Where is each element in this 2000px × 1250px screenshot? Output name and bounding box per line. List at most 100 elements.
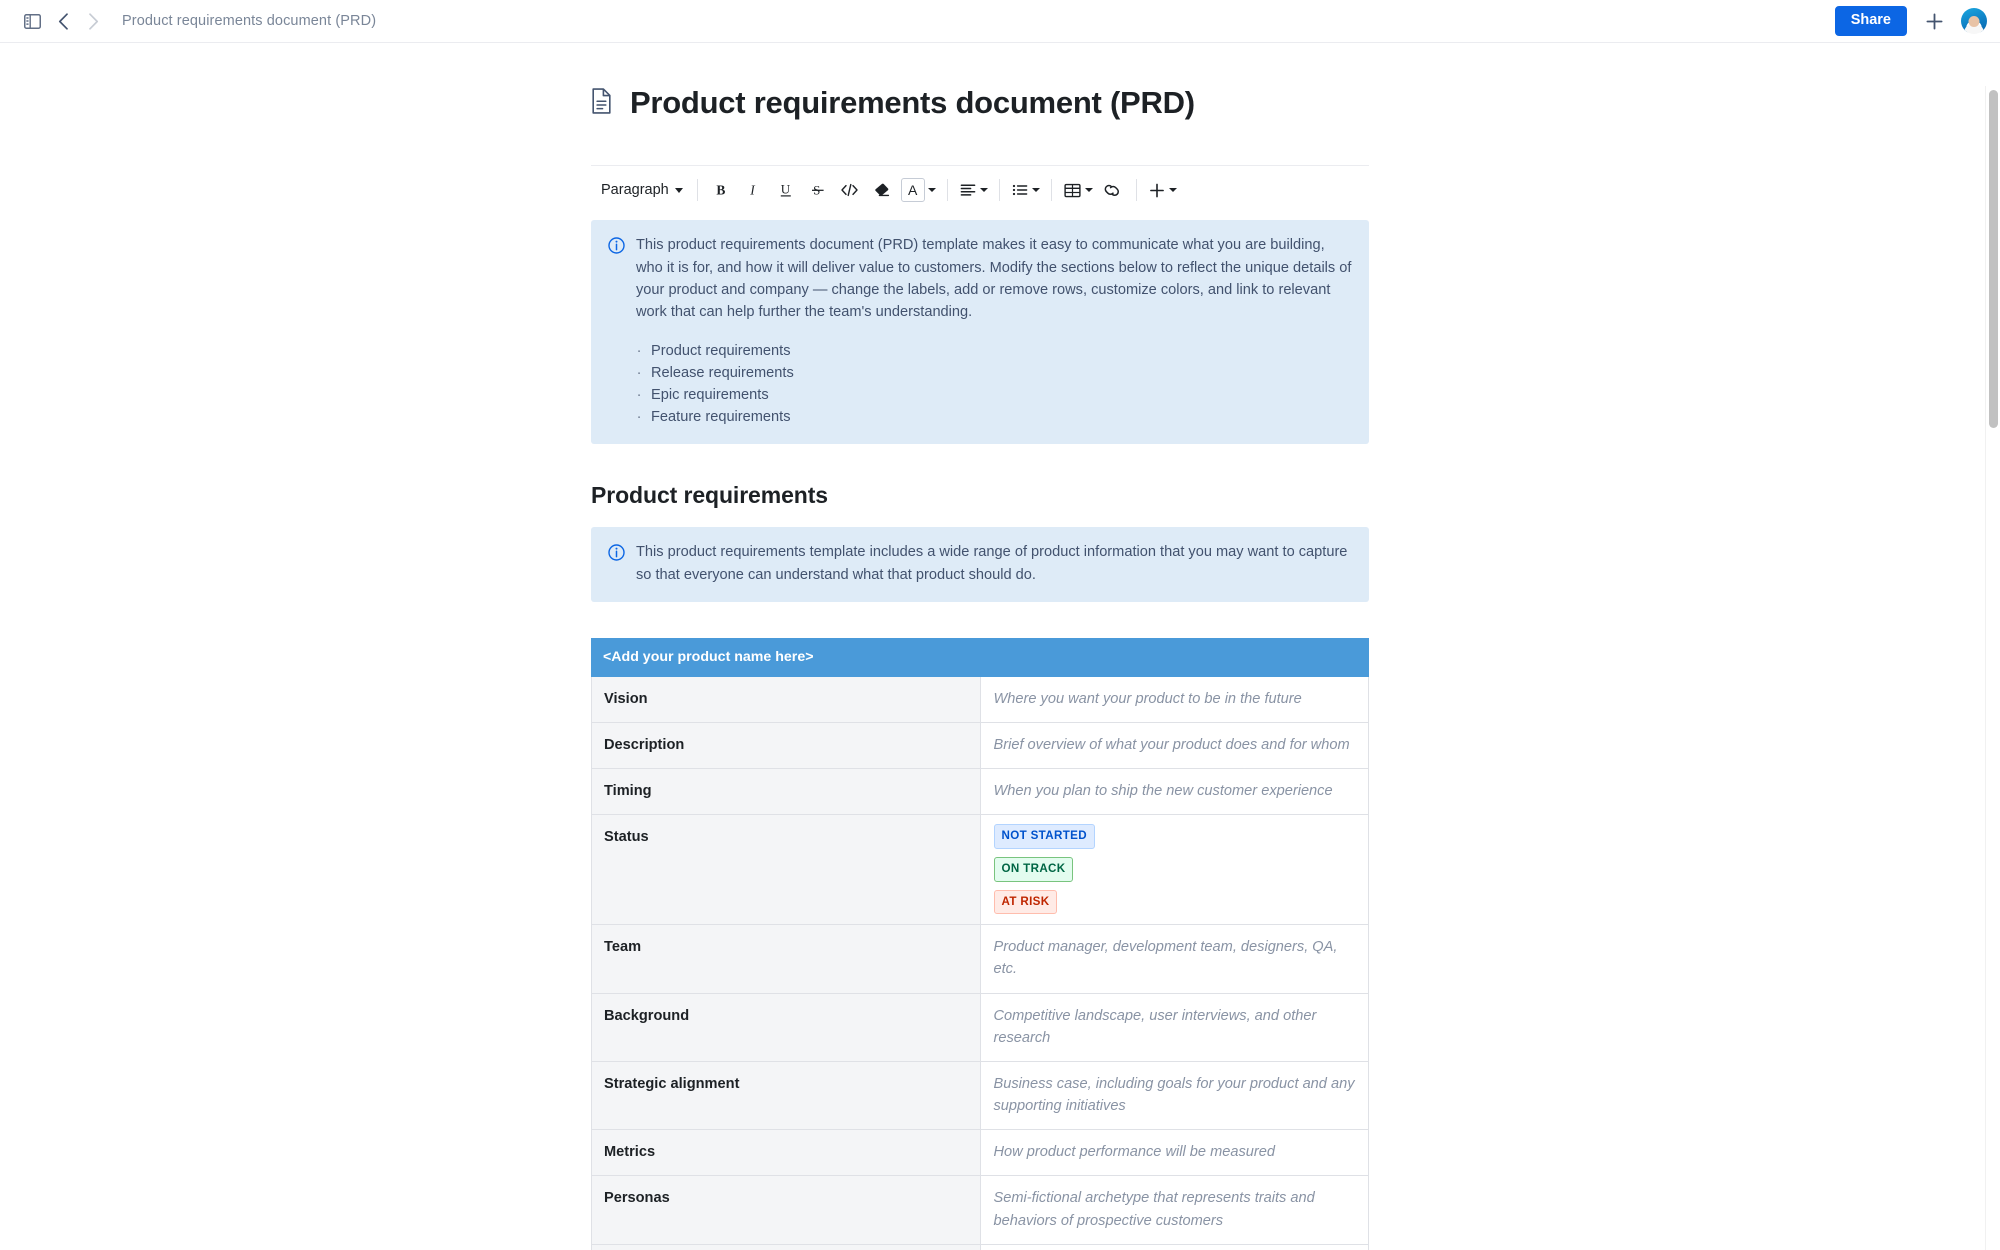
share-button[interactable]: Share [1834,6,1907,36]
bullet-icon: · [636,364,642,381]
sidebar-toggle-icon[interactable] [16,5,48,37]
clear-formatting-button[interactable] [866,174,898,206]
status-badge-row: AT RISK [993,889,1357,915]
italic-button[interactable]: I [738,174,770,206]
chevron-left-icon [58,12,68,30]
scrollbar-thumb[interactable] [1989,90,1998,428]
row-value[interactable]: How product performance will be measured [979,1129,1369,1177]
create-button[interactable] [1921,8,1947,34]
row-label[interactable]: Use cases [591,1243,981,1250]
row-label[interactable]: Timing [591,768,981,816]
eraser-icon [874,183,889,197]
row-label[interactable]: Status [591,814,981,926]
table-row-status: Status NOT STARTED ON TRACK AT RISK [591,814,1369,926]
text-color-button[interactable]: A [898,174,939,206]
list-item: · Feature requirements [636,406,1353,428]
status-badge-row: ON TRACK [993,856,1357,890]
list-item: · Release requirements [636,362,1353,384]
avatar[interactable] [1961,8,1987,34]
list-button[interactable] [1008,174,1043,206]
table-icon [1064,183,1081,197]
vertical-scrollbar[interactable] [1985,86,2000,1250]
align-left-icon [960,184,976,196]
intro-panel-body: This product requirements document (PRD)… [636,234,1353,428]
chevron-down-icon [1084,188,1093,193]
chevron-down-icon [979,188,988,193]
toolbar-divider [998,179,1000,202]
status-badge[interactable]: ON TRACK [993,856,1074,882]
info-icon [608,237,625,428]
document-scroll-area: Product requirements document (PRD) Para… [0,43,2000,1250]
section-paragraph: This product requirements template inclu… [636,544,1348,583]
row-value[interactable]: Competitive landscape, user interviews, … [979,992,1369,1062]
table-row: Description Brief overview of what your … [591,722,1369,770]
insert-button[interactable] [1145,174,1180,206]
toolbar-divider [696,179,698,202]
intro-info-panel: This product requirements document (PRD)… [591,220,1369,445]
underline-button[interactable]: U [770,174,802,206]
chevron-down-icon [927,188,936,193]
bold-icon: B [716,183,725,198]
forward-button[interactable] [78,5,108,37]
row-value[interactable]: Business case, including goals for your … [979,1060,1369,1131]
section-panel-body: This product requirements template inclu… [636,541,1353,586]
row-value[interactable]: When you plan to ship the new customer e… [979,768,1369,816]
status-badge[interactable]: AT RISK [993,889,1058,915]
document-title-row: Product requirements document (PRD) [591,84,1369,121]
table-row: Personas Semi-fictional archetype that r… [591,1175,1369,1245]
svg-text:B: B [716,183,725,198]
bullet-icon: · [636,342,642,359]
status-badge[interactable]: NOT STARTED [993,824,1095,849]
top-bar: Product requirements document (PRD) Shar… [0,0,2000,43]
underline-icon: U [781,182,791,197]
row-label[interactable]: Metrics [591,1129,981,1177]
link-button[interactable] [1096,174,1128,206]
table-row: Background Competitive landscape, user i… [591,992,1369,1062]
row-value-status[interactable]: NOT STARTED ON TRACK AT RISK [979,814,1369,926]
align-button[interactable] [956,174,991,206]
code-button[interactable] [834,174,866,206]
bold-button[interactable]: B [706,174,738,206]
row-label[interactable]: Strategic alignment [591,1060,981,1131]
section-heading: Product requirements [591,482,828,509]
toolbar-divider [946,179,948,202]
list-item-label: Epic requirements [651,386,769,403]
row-label[interactable]: Vision [591,675,981,724]
strikethrough-icon: S [811,183,824,198]
toolbar-divider [1050,179,1052,202]
row-label[interactable]: Personas [591,1175,981,1245]
table-button[interactable] [1060,174,1096,206]
row-label[interactable]: Team [591,924,981,994]
plus-icon [1926,13,1942,29]
list-item-label: Product requirements [651,342,791,359]
row-value[interactable]: Brief overview of what your product does… [979,722,1369,770]
row-value[interactable]: Semi-fictional archetype that represents… [979,1175,1369,1245]
list-item: · Product requirements [636,340,1353,362]
bullet-icon: · [636,409,642,426]
row-value[interactable]: Step-by-step description of different sc… [979,1243,1369,1250]
row-label[interactable]: Description [591,722,981,770]
table-header-cell[interactable]: <Add your product name here> [591,637,1369,677]
plus-icon [1149,183,1164,198]
strikethrough-button[interactable]: S [802,174,834,206]
document-body: Product requirements document (PRD) Para… [591,43,1369,1250]
breadcrumb[interactable]: Product requirements document (PRD) [122,13,376,29]
chevron-down-icon [1168,188,1177,193]
table-row: Metrics How product performance will be … [591,1129,1369,1177]
product-requirements-table: <Add your product name here> Vision Wher… [591,637,1369,1250]
italic-icon: I [749,183,756,198]
svg-text:I: I [749,183,756,198]
table-row: Timing When you plan to ship the new cus… [591,768,1369,816]
page-title: Product requirements document (PRD) [630,85,1195,120]
paragraph-style-select[interactable]: Paragraph [593,174,689,206]
table-header-row: <Add your product name here> [591,637,1369,677]
back-button[interactable] [48,5,78,37]
paragraph-style-label: Paragraph [601,182,669,199]
table-row: Use cases Step-by-step description of di… [591,1243,1369,1250]
row-label[interactable]: Background [591,992,981,1062]
row-value[interactable]: Where you want your product to be in the… [979,675,1369,724]
table-row: Vision Where you want your product to be… [591,675,1369,724]
list-item: · Epic requirements [636,384,1353,406]
row-value[interactable]: Product manager, development team, desig… [979,924,1369,994]
bullet-icon: · [636,386,642,403]
